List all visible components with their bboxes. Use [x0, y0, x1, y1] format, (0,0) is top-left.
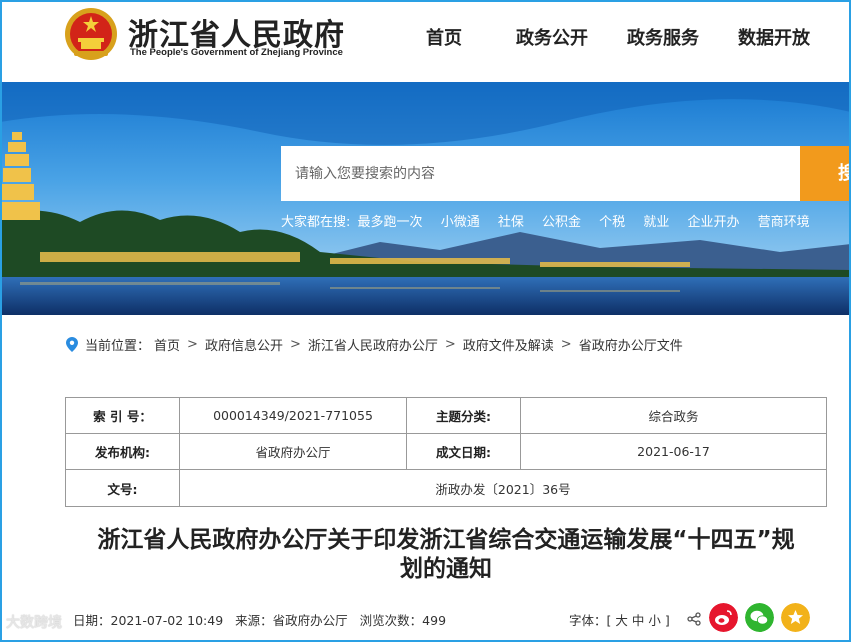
table-row: 索 引 号： 000014349/2021-771055 主题分类: 综合政务: [65, 397, 827, 434]
breadcrumb-separator: >: [560, 337, 572, 352]
font-size-large[interactable]: 大: [615, 613, 628, 628]
font-size-close: ]: [664, 613, 670, 628]
hero-banner: 搜 大家都在搜: 最多跑一次 小微通 社保 公积金 个税 就业 企业开办 营商环…: [0, 82, 851, 315]
issuer-value: 省政府办公厅: [179, 433, 407, 470]
nav-home[interactable]: 首页: [426, 24, 462, 50]
font-size-small[interactable]: 小: [648, 613, 661, 628]
breadcrumb-item[interactable]: 政府信息公开: [205, 335, 283, 354]
publish-date-label: 日期：: [73, 613, 111, 628]
favorite-star-icon[interactable]: [781, 603, 810, 632]
breadcrumb-separator: >: [444, 337, 456, 352]
hot-link[interactable]: 最多跑一次: [358, 215, 423, 230]
share-icon[interactable]: [687, 612, 701, 626]
nav-gov-affairs-open[interactable]: 政务公开: [516, 24, 588, 50]
font-size-medium[interactable]: 中: [632, 613, 645, 628]
hot-searches-label: 大家都在搜:: [281, 215, 351, 230]
breadcrumb-prefix: 当前位置：: [85, 339, 151, 354]
search-button[interactable]: 搜: [800, 146, 851, 201]
hot-link[interactable]: 企业开办: [687, 215, 739, 230]
breadcrumb-separator: >: [187, 337, 198, 352]
weibo-share-icon[interactable]: [709, 603, 738, 632]
written-date-label: 成文日期:: [406, 433, 521, 470]
breadcrumb-item[interactable]: 浙江省人民政府办公厅: [308, 335, 438, 354]
hot-link[interactable]: 营商环境: [758, 215, 810, 230]
issuer-label: 发布机构:: [65, 433, 180, 470]
document-title: 浙江省人民政府办公厅关于印发浙江省综合交通运输发展“十四五”规划的通知: [97, 527, 795, 582]
index-number-value: 000014349/2021-771055: [179, 397, 407, 434]
breadcrumb-item[interactable]: 首页: [154, 335, 180, 354]
written-date-value: 2021-06-17: [520, 433, 827, 470]
font-size-control: 字体：[ 大 中 小 ]: [569, 610, 670, 629]
wechat-share-icon[interactable]: [745, 603, 774, 632]
document-number-label: 文号:: [65, 469, 180, 507]
hot-link[interactable]: 小微通: [441, 215, 480, 230]
hot-link[interactable]: 就业: [643, 215, 669, 230]
table-row: 文号: 浙政办发〔2021〕36号: [65, 469, 827, 507]
breadcrumb-separator: >: [289, 337, 301, 352]
site-header: 浙江省人民政府 The People's Government of Zheji…: [0, 0, 851, 82]
hot-link[interactable]: 个税: [599, 215, 625, 230]
hot-link[interactable]: 公积金: [542, 215, 581, 230]
nav-gov-services[interactable]: 政务服务: [627, 24, 699, 50]
national-emblem-icon: [65, 8, 117, 60]
hot-link[interactable]: 社保: [498, 215, 524, 230]
hot-searches: 大家都在搜: 最多跑一次 小微通 社保 公积金 个税 就业 企业开办 营商环境: [281, 211, 810, 230]
views-label: 浏览次数：: [359, 613, 423, 628]
topic-value: 综合政务: [520, 397, 827, 434]
source-value: 省政府办公厅: [272, 613, 348, 628]
search-input[interactable]: [281, 146, 800, 201]
breadcrumb-item[interactable]: 省政府办公厅文件: [579, 335, 683, 354]
nav-open-data[interactable]: 数据开放: [738, 24, 810, 50]
document-info-table: 索 引 号： 000014349/2021-771055 主题分类: 综合政务 …: [65, 397, 827, 507]
article-info: 日期：2021-07-02 10:49 来源：省政府办公厅 浏览次数：499: [73, 610, 446, 629]
source-label: 来源：: [235, 613, 273, 628]
document-number-value: 浙政办发〔2021〕36号: [179, 469, 827, 507]
search-box: [281, 146, 800, 201]
table-row: 发布机构: 省政府办公厅 成文日期: 2021-06-17: [65, 433, 827, 470]
index-number-label: 索 引 号：: [65, 397, 180, 434]
views-value: 499: [422, 613, 447, 628]
font-size-label: 字体：[: [569, 613, 612, 628]
topic-label: 主题分类:: [406, 397, 521, 434]
breadcrumb-item[interactable]: 政府文件及解读: [463, 335, 554, 354]
site-subtitle: The People's Government of Zhejiang Prov…: [130, 47, 343, 58]
publish-date-value: 2021-07-02 10:49: [110, 613, 224, 628]
location-pin-icon: [66, 337, 78, 352]
breadcrumb: 当前位置： 首页 > 政府信息公开 > 浙江省人民政府办公厅 > 政府文件及解读…: [66, 335, 683, 354]
watermark: 大数跨境: [6, 615, 62, 631]
